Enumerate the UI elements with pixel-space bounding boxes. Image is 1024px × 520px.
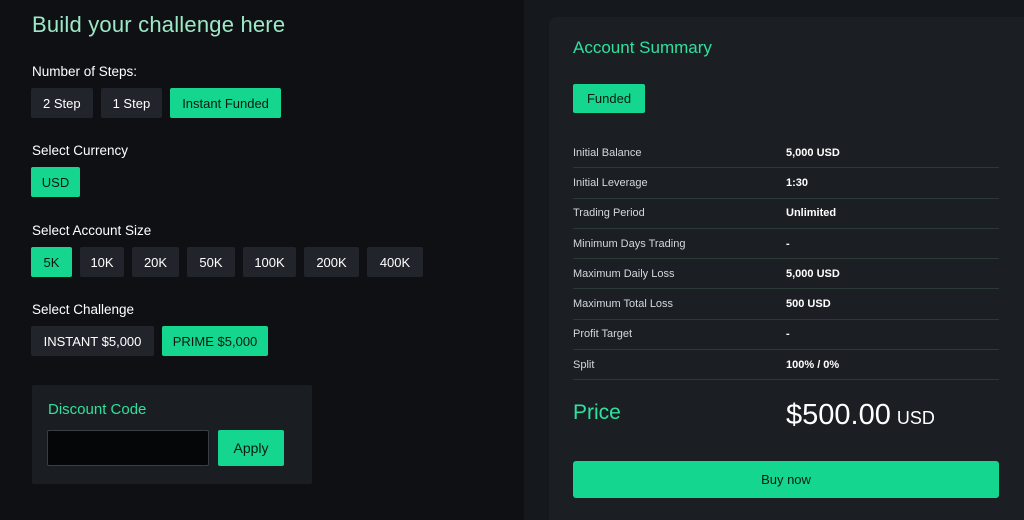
step-option-2-step[interactable]: 2 Step (31, 88, 93, 118)
summary-row-initial-leverage: Initial Leverage 1:30 (573, 168, 999, 199)
page-title: Build your challenge here (32, 12, 286, 37)
summary-row-max-total-loss: Maximum Total Loss 500 USD (573, 289, 999, 320)
summary-row-value: 5,000 USD (786, 267, 840, 280)
summary-row-value: Unlimited (786, 207, 837, 220)
currency-option-usd[interactable]: USD (31, 167, 80, 197)
summary-row-value: 1:30 (786, 176, 809, 189)
summary-table: Initial Balance 5,000 USD Initial Levera… (573, 138, 999, 381)
size-option-5k[interactable]: 5K (31, 247, 72, 277)
challenge-option-prime[interactable]: PRIME $5,000 (162, 326, 268, 356)
price-label: Price (573, 401, 621, 424)
account-size-options: 5K 10K 20K 50K 100K 200K 400K (31, 247, 423, 277)
buy-now-button[interactable]: Buy now (573, 461, 999, 498)
account-summary-title: Account Summary (573, 38, 712, 57)
apply-discount-button[interactable]: Apply (218, 430, 284, 466)
summary-row-value: 100% / 0% (786, 358, 840, 371)
size-option-100k[interactable]: 100K (243, 247, 296, 277)
steps-label: Number of Steps: (32, 64, 138, 79)
discount-code-box: Discount Code Apply (32, 385, 312, 484)
account-size-label: Select Account Size (32, 223, 152, 238)
summary-row-label: Initial Leverage (573, 176, 648, 189)
challenge-options: INSTANT $5,000 PRIME $5,000 (31, 326, 268, 356)
funded-badge: Funded (573, 84, 645, 113)
summary-row-label: Profit Target (573, 328, 633, 341)
discount-code-title: Discount Code (48, 401, 147, 418)
summary-row-label: Maximum Total Loss (573, 298, 674, 311)
summary-row-label: Maximum Daily Loss (573, 267, 675, 280)
discount-code-input[interactable] (47, 430, 209, 466)
summary-row-value: 5,000 USD (786, 146, 840, 159)
summary-row-label: Initial Balance (573, 146, 642, 159)
steps-options: 2 Step 1 Step Instant Funded (31, 88, 281, 118)
step-option-1-step[interactable]: 1 Step (100, 88, 163, 118)
size-option-10k[interactable]: 10K (80, 247, 124, 277)
summary-row-split: Split 100% / 0% (573, 350, 999, 381)
price-amount: $500.00 (786, 399, 891, 431)
size-option-200k[interactable]: 200K (304, 247, 359, 277)
size-option-400k[interactable]: 400K (367, 247, 423, 277)
summary-row-value: 500 USD (786, 298, 831, 311)
summary-row-initial-balance: Initial Balance 5,000 USD (573, 138, 999, 169)
summary-row-trading-period: Trading Period Unlimited (573, 199, 999, 229)
size-option-50k[interactable]: 50K (187, 247, 235, 277)
summary-row-label: Minimum Days Trading (573, 237, 686, 250)
price-currency: USD (896, 408, 935, 428)
challenge-label: Select Challenge (32, 302, 135, 317)
summary-row-profit-target: Profit Target - (573, 320, 999, 351)
account-summary-card: Account Summary Funded Initial Balance 5… (549, 17, 1024, 520)
summary-row-value: - (786, 328, 790, 341)
challenge-option-instant[interactable]: INSTANT $5,000 (31, 326, 154, 356)
price-value: $500.00 USD (786, 399, 935, 432)
summary-row-label: Trading Period (573, 207, 645, 220)
step-option-instant-funded[interactable]: Instant Funded (170, 88, 281, 118)
currency-label: Select Currency (32, 143, 129, 158)
summary-row-value: - (786, 237, 790, 250)
summary-row-minimum-days: Minimum Days Trading - (573, 229, 999, 260)
size-option-20k[interactable]: 20K (132, 247, 179, 277)
summary-row-max-daily-loss: Maximum Daily Loss 5,000 USD (573, 259, 999, 290)
challenge-builder-panel: Build your challenge here Number of Step… (0, 0, 524, 520)
summary-row-label: Split (573, 358, 595, 371)
currency-options: USD (31, 167, 80, 197)
